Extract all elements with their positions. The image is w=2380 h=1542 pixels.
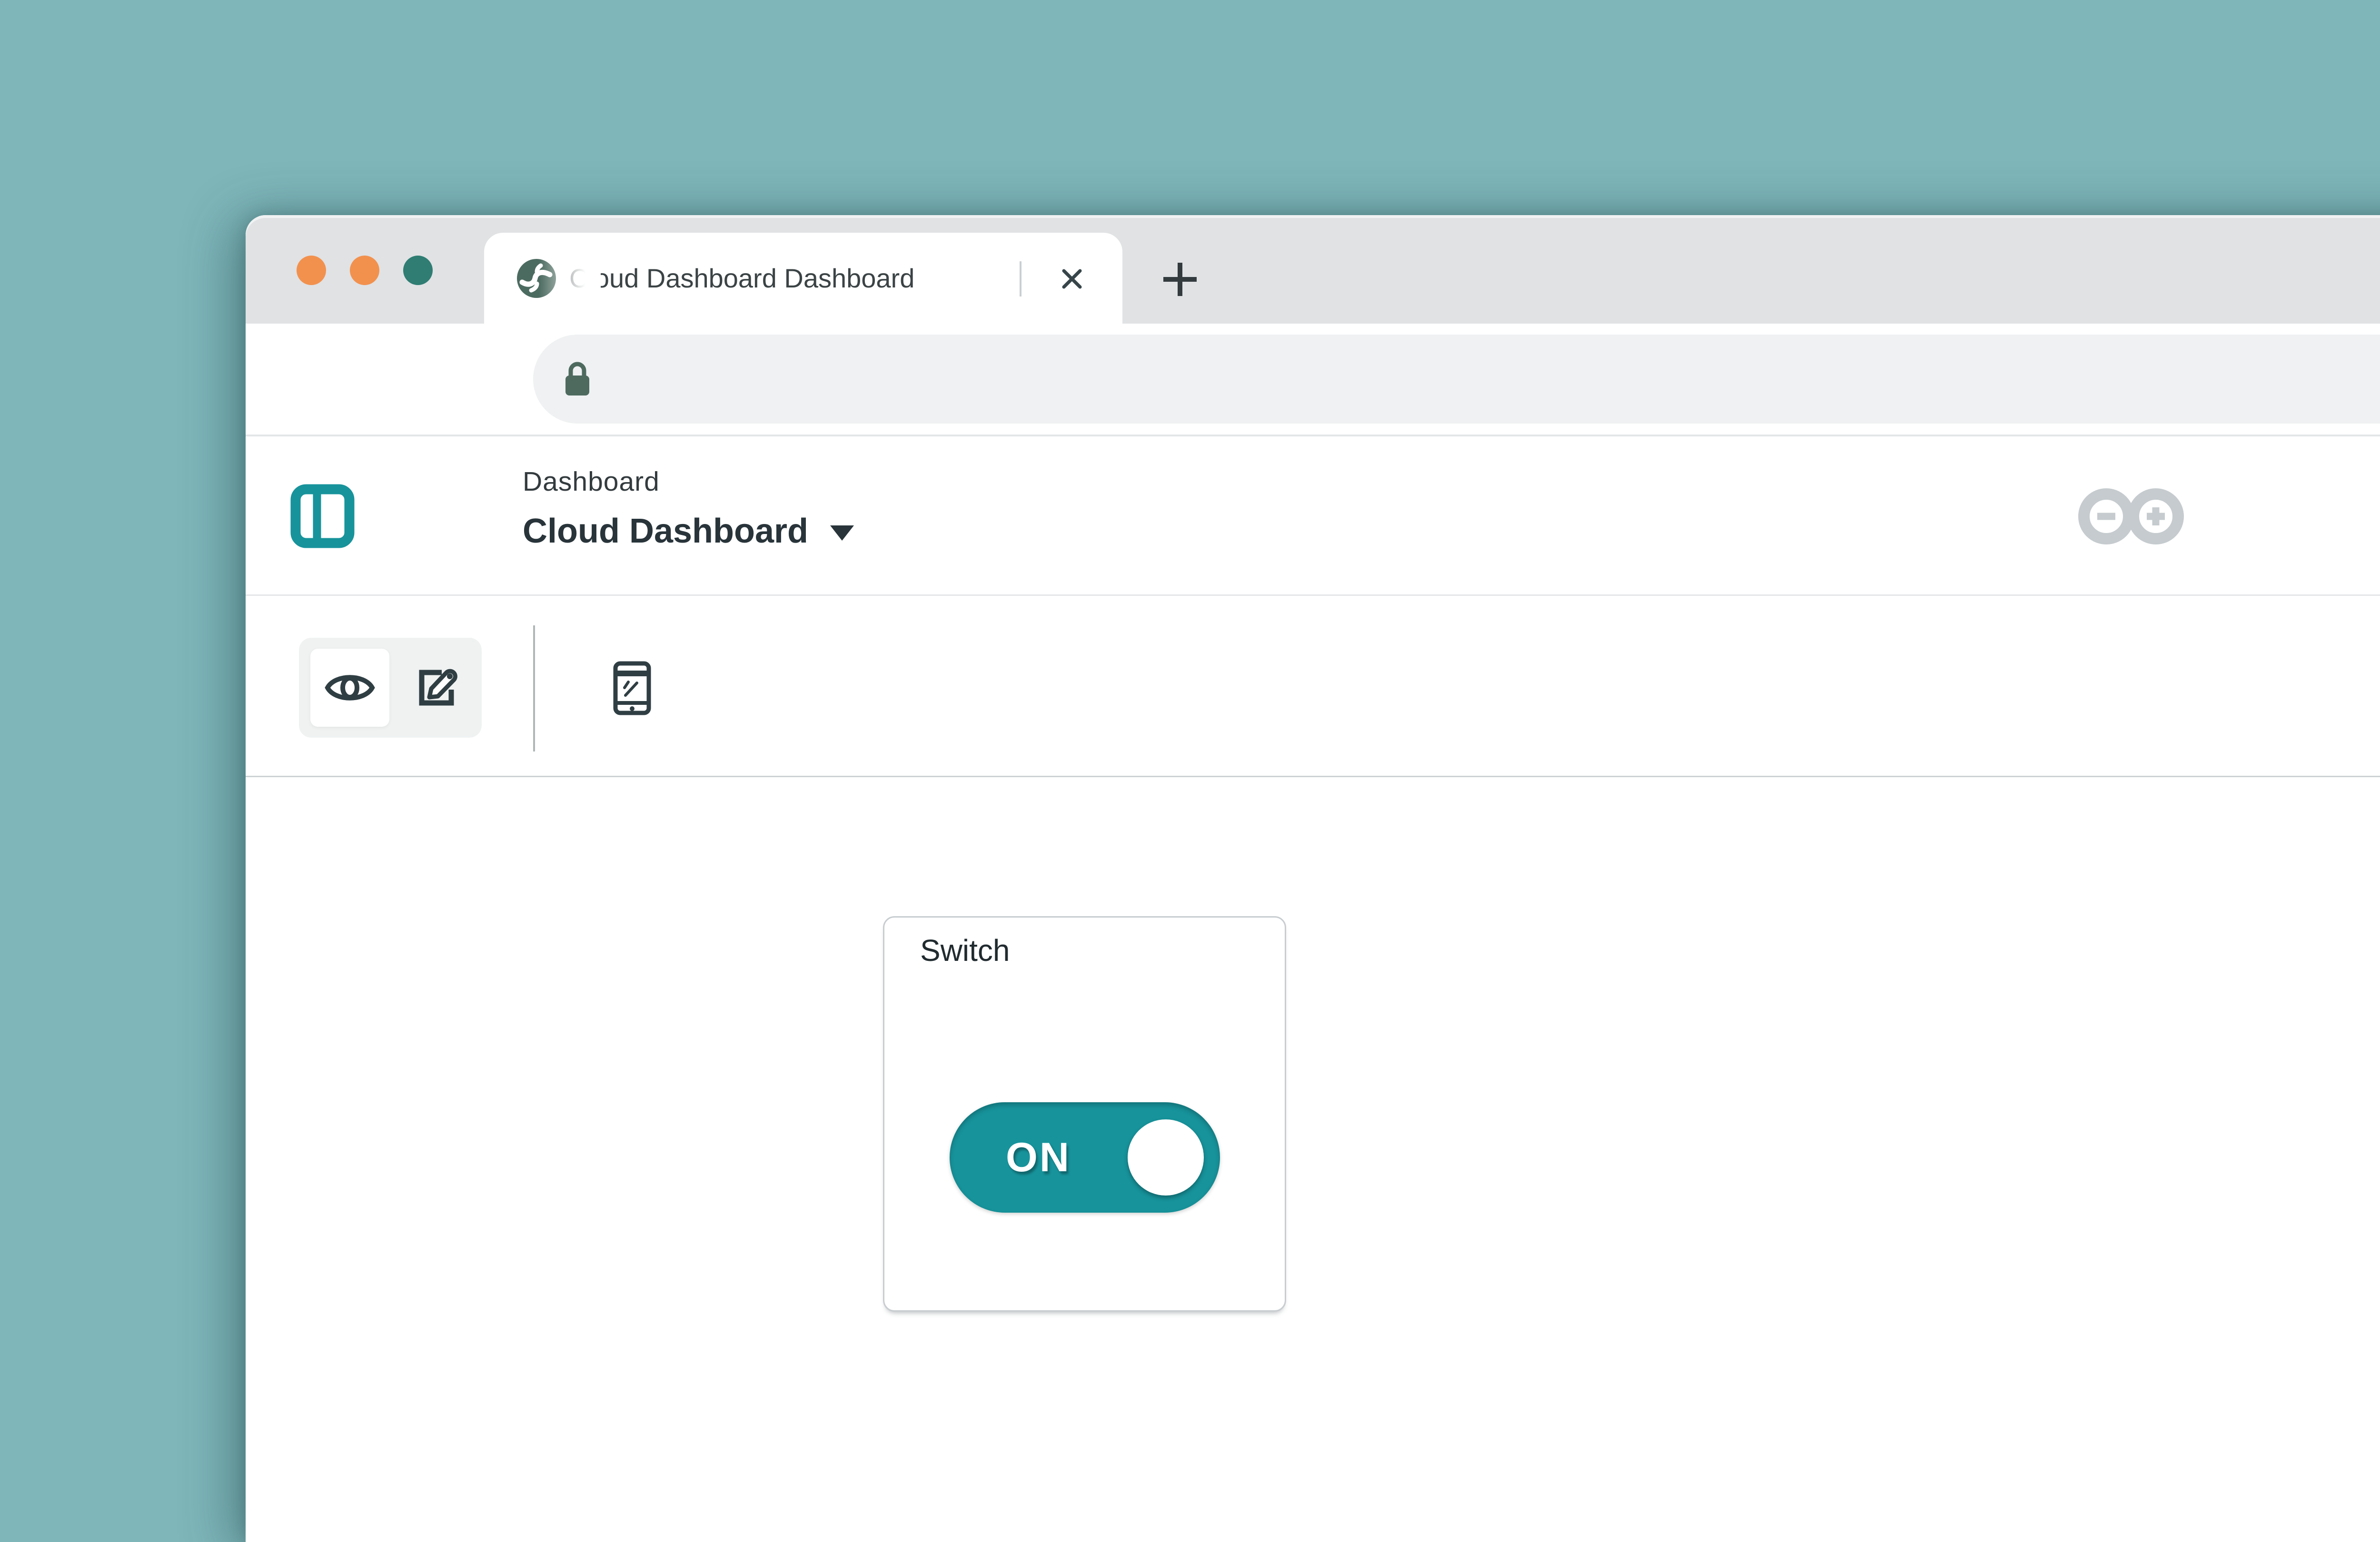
address-bar[interactable] <box>533 335 2380 424</box>
lock-icon[interactable] <box>563 361 592 397</box>
header-text-block: Dashboard Cloud Dashboard <box>523 466 854 551</box>
browser-window: Cloud Dashboard Dashboard <box>246 215 2380 1542</box>
window-button-1[interactable] <box>297 256 326 285</box>
app-header: Dashboard Cloud Dashboard <box>246 436 2380 596</box>
browser-nav-bar <box>246 324 2380 436</box>
toolbar-divider <box>533 625 535 751</box>
dashboard-canvas: Switch ON <box>246 779 2380 1542</box>
switch-widget-card: Switch ON <box>883 916 1286 1312</box>
chevron-down-icon <box>830 525 854 541</box>
sidebar-panel-icon[interactable] <box>290 484 355 548</box>
mobile-view-icon[interactable] <box>613 661 651 715</box>
dashboard-title-dropdown[interactable]: Cloud Dashboard <box>523 512 854 551</box>
view-edit-segmented-control <box>299 638 482 738</box>
dashboard-toolbar <box>246 597 2380 777</box>
new-tab-button[interactable] <box>1159 258 1201 301</box>
switch-toggle[interactable]: ON <box>950 1102 1220 1213</box>
browser-tab-bar: Cloud Dashboard Dashboard <box>246 215 2380 324</box>
breadcrumb: Dashboard <box>523 466 854 497</box>
view-mode-eye-icon[interactable] <box>324 662 376 714</box>
arduino-logo-icon <box>2071 484 2191 549</box>
switch-state-label: ON <box>1006 1102 1071 1213</box>
tab-title: Cloud Dashboard Dashboard <box>569 263 1010 294</box>
page-title: Cloud Dashboard <box>523 512 808 551</box>
window-button-3[interactable] <box>403 256 433 285</box>
widget-label: Switch <box>920 933 1010 968</box>
window-button-2[interactable] <box>350 256 379 285</box>
tab-close-icon[interactable] <box>1056 263 1088 295</box>
switch-knob <box>1128 1119 1204 1196</box>
browser-tab[interactable]: Cloud Dashboard Dashboard <box>484 233 1122 324</box>
edit-mode-pencil-icon[interactable] <box>409 663 459 712</box>
window-controls <box>297 256 433 285</box>
tab-title-fade <box>539 256 601 303</box>
tab-separator <box>1020 261 1021 297</box>
desktop-background: Cloud Dashboard Dashboard <box>0 0 2380 1542</box>
